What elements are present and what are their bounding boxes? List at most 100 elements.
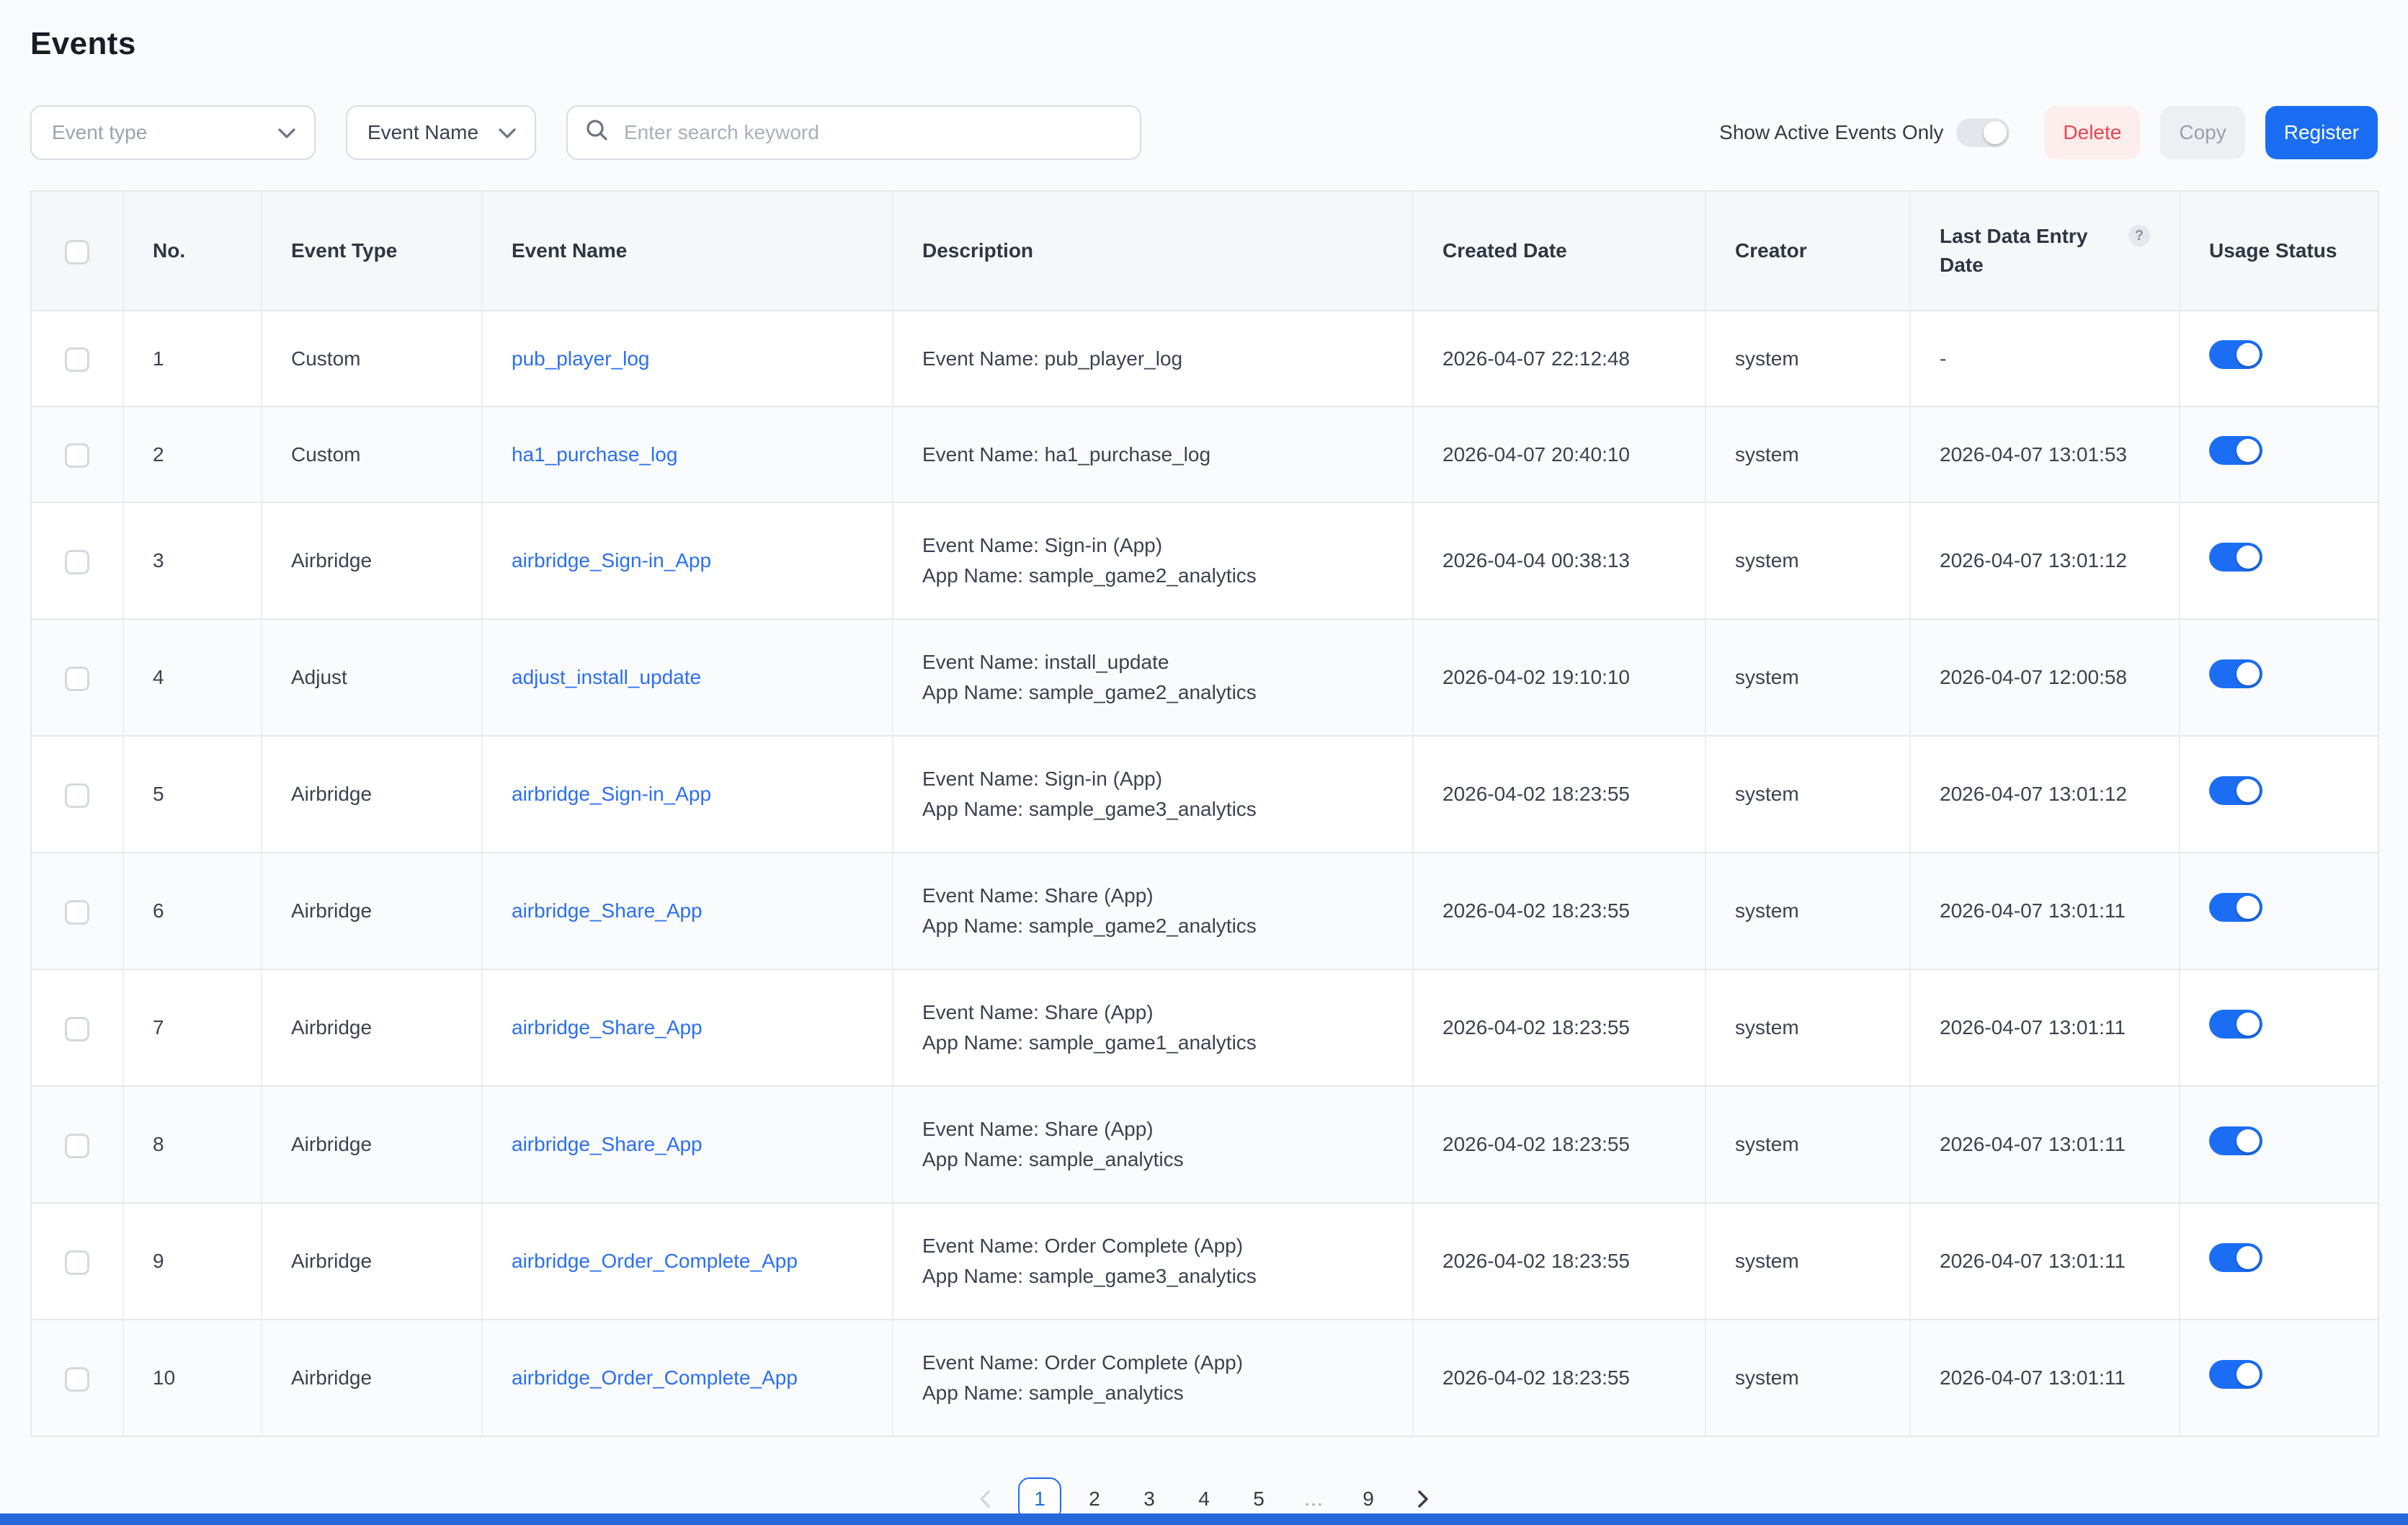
row-checkbox[interactable] [65, 443, 89, 468]
usage-toggle[interactable] [2209, 1243, 2262, 1272]
cell-checkbox [31, 1086, 123, 1203]
cell-created-date: 2026-04-04 00:38:13 [1413, 502, 1705, 619]
usage-toggle[interactable] [2209, 340, 2262, 369]
footer-strip [0, 1513, 2408, 1525]
cell-event-type: Custom [262, 311, 482, 406]
cell-event-name: pub_player_log [482, 311, 893, 406]
header-event-type: Event Type [262, 191, 482, 311]
cell-event-name: airbridge_Sign-in_App [482, 502, 893, 619]
toggle-knob [2237, 662, 2260, 685]
cell-usage-status [2180, 1203, 2378, 1320]
cell-created-date: 2026-04-02 18:23:55 [1413, 1086, 1705, 1203]
row-checkbox[interactable] [65, 667, 89, 691]
register-button[interactable]: Register [2265, 106, 2378, 159]
cell-description: Event Name: install_update App Name: sam… [893, 619, 1413, 736]
copy-button[interactable]: Copy [2160, 106, 2244, 159]
event-name-link[interactable]: airbridge_Sign-in_App [512, 549, 711, 572]
cell-event-type: Airbridge [262, 502, 482, 619]
chevron-down-icon [278, 121, 295, 144]
toggle-knob [2237, 779, 2260, 802]
cell-last-entry: 2026-04-07 13:01:53 [1910, 406, 2180, 502]
cell-no: 1 [123, 311, 262, 406]
show-active-toggle[interactable] [1956, 118, 2010, 147]
search-input[interactable] [621, 120, 1123, 146]
description-line-1: Event Name: Sign-in (App) [922, 532, 1383, 559]
header-last-entry: Last Data Entry Date ? [1910, 191, 2180, 311]
table-row: 9 Airbridge airbridge_Order_Complete_App… [31, 1203, 2378, 1320]
cell-last-entry: 2026-04-07 13:01:11 [1910, 1203, 2180, 1320]
event-name-link[interactable]: airbridge_Sign-in_App [512, 783, 711, 805]
cell-last-entry: 2026-04-07 12:00:58 [1910, 619, 2180, 736]
event-name-link[interactable]: adjust_install_update [512, 666, 701, 688]
table-row: 8 Airbridge airbridge_Share_App Event Na… [31, 1086, 2378, 1203]
cell-last-entry: 2026-04-07 13:01:11 [1910, 969, 2180, 1086]
header-usage-status: Usage Status [2180, 191, 2378, 311]
help-icon[interactable]: ? [2128, 225, 2150, 246]
cell-created-date: 2026-04-02 18:23:55 [1413, 969, 1705, 1086]
event-name-select[interactable]: Event Name [346, 105, 536, 160]
description-line-2: App Name: sample_game2_analytics [922, 679, 1383, 706]
table-row: 4 Adjust adjust_install_update Event Nam… [31, 619, 2378, 736]
row-checkbox[interactable] [65, 1017, 89, 1041]
usage-toggle[interactable] [2209, 1010, 2262, 1039]
row-checkbox[interactable] [65, 1367, 89, 1392]
usage-toggle[interactable] [2209, 1360, 2262, 1389]
cell-checkbox [31, 406, 123, 502]
table-row: 6 Airbridge airbridge_Share_App Event Na… [31, 853, 2378, 969]
event-name-link[interactable]: airbridge_Order_Complete_App [512, 1250, 798, 1272]
cell-no: 3 [123, 502, 262, 619]
usage-toggle[interactable] [2209, 436, 2262, 465]
event-name-link[interactable]: pub_player_log [512, 347, 650, 370]
cell-checkbox [31, 736, 123, 853]
cell-checkbox [31, 1203, 123, 1320]
cell-created-date: 2026-04-02 19:10:10 [1413, 619, 1705, 736]
row-checkbox[interactable] [65, 347, 89, 372]
event-type-select[interactable]: Event type [30, 105, 316, 160]
usage-toggle[interactable] [2209, 543, 2262, 572]
usage-toggle[interactable] [2209, 893, 2262, 922]
cell-creator: system [1705, 969, 1910, 1086]
row-checkbox[interactable] [65, 783, 89, 808]
cell-created-date: 2026-04-07 20:40:10 [1413, 406, 1705, 502]
cell-checkbox [31, 502, 123, 619]
select-all-checkbox[interactable] [65, 240, 89, 264]
row-checkbox[interactable] [65, 550, 89, 574]
cell-created-date: 2026-04-02 18:23:55 [1413, 736, 1705, 853]
toggle-knob [1984, 121, 2007, 144]
cell-last-entry: 2026-04-07 13:01:12 [1910, 502, 2180, 619]
cell-description: Event Name: Sign-in (App) App Name: samp… [893, 502, 1413, 619]
event-name-link[interactable]: airbridge_Share_App [512, 899, 703, 922]
delete-button[interactable]: Delete [2044, 106, 2140, 159]
header-description: Description [893, 191, 1413, 311]
usage-toggle[interactable] [2209, 1126, 2262, 1155]
row-checkbox[interactable] [65, 900, 89, 925]
show-active-filter: Show Active Events Only [1719, 118, 2010, 147]
event-name-link[interactable]: airbridge_Share_App [512, 1133, 703, 1155]
event-name-link[interactable]: airbridge_Order_Complete_App [512, 1366, 798, 1389]
event-name-link[interactable]: ha1_purchase_log [512, 443, 677, 466]
cell-event-type: Adjust [262, 619, 482, 736]
cell-no: 9 [123, 1203, 262, 1320]
toggle-knob [2237, 1013, 2260, 1036]
cell-usage-status [2180, 406, 2378, 502]
toolbar: Event type Event Name Show Active Events… [30, 105, 2378, 160]
usage-toggle[interactable] [2209, 776, 2262, 805]
cell-created-date: 2026-04-07 22:12:48 [1413, 311, 1705, 406]
cell-no: 4 [123, 619, 262, 736]
row-checkbox[interactable] [65, 1250, 89, 1275]
cell-event-type: Airbridge [262, 1320, 482, 1436]
cell-checkbox [31, 853, 123, 969]
header-last-entry-label: Last Data Entry Date [1940, 222, 2118, 280]
row-checkbox[interactable] [65, 1134, 89, 1158]
event-name-link[interactable]: airbridge_Share_App [512, 1016, 703, 1039]
cell-event-name: airbridge_Share_App [482, 969, 893, 1086]
events-table: No. Event Type Event Name Description Cr… [30, 190, 2379, 1437]
usage-toggle[interactable] [2209, 659, 2262, 688]
cell-usage-status [2180, 853, 2378, 969]
toggle-knob [2237, 1246, 2260, 1269]
toggle-knob [2237, 1363, 2260, 1386]
cell-checkbox [31, 969, 123, 1086]
description-line-2: App Name: sample_game3_analytics [922, 796, 1383, 823]
description-line-2: App Name: sample_analytics [922, 1146, 1383, 1173]
cell-creator: system [1705, 311, 1910, 406]
